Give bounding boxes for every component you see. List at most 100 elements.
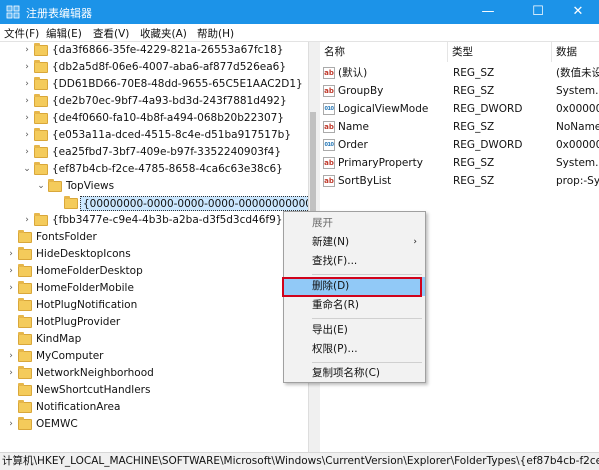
value-name: (默认)	[338, 67, 368, 79]
menu-separator	[312, 274, 422, 275]
menu-help[interactable]: 帮助(H)	[197, 26, 234, 41]
tree-node-label[interactable]: KindMap	[36, 331, 81, 348]
expand-icon[interactable]: ›	[6, 348, 16, 365]
expand-icon[interactable]: ›	[22, 127, 32, 144]
column-header-data[interactable]: 数据	[552, 42, 599, 62]
expand-icon[interactable]: ›	[22, 59, 32, 76]
menu-item-label: 查找(F)...	[312, 255, 358, 267]
value-row[interactable]: ab Name REG_SZ NoName	[320, 118, 599, 136]
tree-node-label[interactable]: HideDesktopIcons	[36, 246, 131, 263]
folder-icon	[34, 60, 48, 73]
value-type: REG_SZ	[453, 85, 495, 97]
folder-icon	[18, 383, 32, 396]
menu-item-expand[interactable]: 展开	[284, 214, 425, 233]
menu-item-copy-key-name[interactable]: 复制项名称(C)	[284, 364, 425, 383]
collapse-icon[interactable]: ⌄	[22, 161, 32, 178]
status-bar: 计算机\HKEY_LOCAL_MACHINE\SOFTWARE\Microsof…	[0, 452, 599, 470]
menu-item-new[interactable]: 新建(N) ›	[284, 233, 425, 252]
folder-icon	[18, 366, 32, 379]
minimize-button[interactable]: —	[466, 0, 510, 24]
folder-icon	[18, 417, 32, 430]
tree-node-label[interactable]: HomeFolderDesktop	[36, 263, 143, 280]
highlight-box	[282, 277, 422, 297]
tree-node-label[interactable]: OEMWC	[36, 416, 78, 433]
value-name: Name	[338, 121, 369, 133]
expand-icon[interactable]: ›	[6, 263, 16, 280]
folder-icon	[34, 111, 48, 124]
value-type: REG_SZ	[453, 67, 495, 79]
menu-view[interactable]: 查看(V)	[93, 26, 129, 41]
value-data: (数值未设	[556, 67, 599, 79]
menu-item-rename[interactable]: 重命名(R)	[284, 296, 425, 315]
menu-item-find[interactable]: 查找(F)...	[284, 252, 425, 271]
value-row[interactable]: ab PrimaryProperty REG_SZ System.S	[320, 154, 599, 172]
tree-node-label[interactable]: NetworkNeighborhood	[36, 365, 154, 382]
expand-icon[interactable]: ›	[22, 110, 32, 127]
tree-node-label[interactable]: {ea25fbd7-3bf7-409e-b97f-3352240903f4}	[52, 144, 281, 161]
folder-icon	[64, 196, 78, 209]
tree-node-label[interactable]: FontsFolder	[36, 229, 97, 246]
menu-item-label: 新建(N)	[312, 236, 350, 248]
maximize-button[interactable]: ☐	[516, 0, 560, 24]
tree-node-label[interactable]: {db2a5d8f-06e6-4007-aba6-af877d526ea6}	[52, 59, 286, 76]
menu-favorites[interactable]: 收藏夹(A)	[140, 26, 187, 41]
string-value-icon: ab	[323, 67, 335, 79]
value-data: 0x000000	[556, 139, 599, 151]
menu-separator	[312, 362, 422, 363]
value-row[interactable]: ab (默认) REG_SZ (数值未设	[320, 64, 599, 82]
expand-icon[interactable]: ›	[22, 212, 32, 229]
tree-node-label[interactable]: NotificationArea	[36, 399, 120, 416]
folder-icon	[18, 247, 32, 260]
collapse-icon[interactable]: ⌄	[36, 178, 46, 195]
expand-icon[interactable]: ›	[6, 365, 16, 382]
tree-node-label[interactable]: {da3f6866-35fe-4229-821a-26553a67fc18}	[52, 42, 283, 59]
tree-node-label[interactable]: NewShortcutHandlers	[36, 382, 150, 399]
column-header-type[interactable]: 类型	[448, 42, 552, 62]
tree-node-label[interactable]: HotPlugProvider	[36, 314, 120, 331]
expand-icon[interactable]: ›	[22, 42, 32, 59]
close-button[interactable]: ✕	[556, 0, 599, 24]
menu-edit[interactable]: 编辑(E)	[46, 26, 82, 41]
value-name: LogicalViewMode	[338, 103, 429, 115]
folder-icon	[18, 332, 32, 345]
tree-node-label[interactable]: TopViews	[66, 178, 114, 195]
expand-icon[interactable]: ›	[22, 76, 32, 93]
tree-node-label[interactable]: {ef87b4cb-f2ce-4785-8658-4ca6c63e38c6}	[52, 161, 283, 178]
binary-value-icon: 010	[323, 139, 335, 151]
value-type: REG_SZ	[453, 121, 495, 133]
tree-node-label[interactable]: {de4f0660-fa10-4b8f-a494-068b20b22307}	[52, 110, 284, 127]
value-row[interactable]: ab SortByList REG_SZ prop:-Sy	[320, 172, 599, 190]
expand-icon[interactable]: ›	[22, 93, 32, 110]
value-data: System.S	[556, 85, 599, 97]
registry-tree[interactable]: › {da3f6866-35fe-4229-821a-26553a67fc18}…	[0, 42, 308, 452]
folder-icon	[18, 281, 32, 294]
folder-open-icon	[34, 162, 48, 175]
expand-icon[interactable]: ›	[22, 144, 32, 161]
expand-icon[interactable]: ›	[6, 416, 16, 433]
tree-node-label[interactable]: HomeFolderMobile	[36, 280, 134, 297]
tree-node-label[interactable]: {DD61BD66-70E8-48dd-9655-65C5E1AAC2D1}	[52, 76, 303, 93]
folder-icon	[18, 349, 32, 362]
menu-file[interactable]: 文件(F)	[4, 26, 39, 41]
value-row[interactable]: 010 Order REG_DWORD 0x000000	[320, 136, 599, 154]
folder-icon	[34, 43, 48, 56]
menu-item-export[interactable]: 导出(E)	[284, 321, 425, 340]
tree-node-label[interactable]: {de2b70ec-9bf7-4a93-bd3d-243f7881d492}	[52, 93, 287, 110]
menu-item-permissions[interactable]: 权限(P)...	[284, 340, 425, 359]
value-type: REG_DWORD	[453, 139, 523, 151]
binary-value-icon: 010	[323, 103, 335, 115]
tree-node-label[interactable]: {e053a11a-dced-4515-8c4e-d51ba917517b}	[52, 127, 291, 144]
tree-node-label[interactable]: {00000000-0000-0000-0000-000000000000}	[80, 196, 308, 211]
tree-node-label[interactable]: MyComputer	[36, 348, 103, 365]
expand-icon[interactable]: ›	[6, 246, 16, 263]
string-value-icon: ab	[323, 157, 335, 169]
tree-node-label[interactable]: {fbb3477e-c9e4-4b3b-a2ba-d3f5d3cd46f9}	[52, 212, 282, 229]
expand-icon[interactable]: ›	[6, 280, 16, 297]
tree-node-label[interactable]: HotPlugNotification	[36, 297, 137, 314]
column-header-name[interactable]: 名称	[320, 42, 448, 62]
value-row[interactable]: ab GroupBy REG_SZ System.S	[320, 82, 599, 100]
folder-icon	[18, 230, 32, 243]
menu-bar: 文件(F) 编辑(E) 查看(V) 收藏夹(A) 帮助(H)	[0, 24, 599, 42]
value-row[interactable]: 010 LogicalViewMode REG_DWORD 0x000000	[320, 100, 599, 118]
window-title: 注册表编辑器	[26, 7, 92, 20]
